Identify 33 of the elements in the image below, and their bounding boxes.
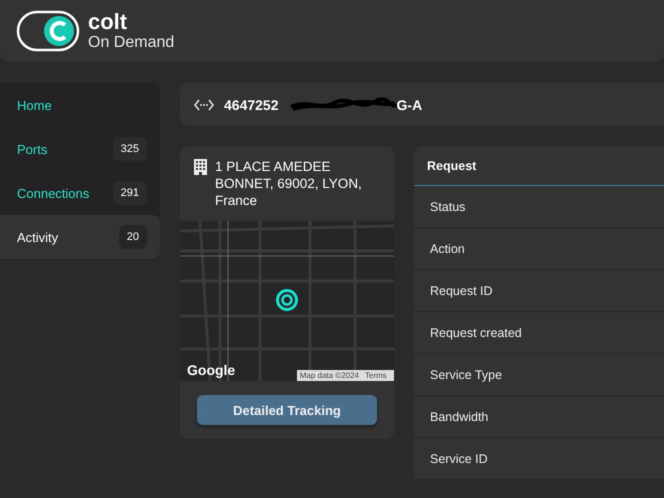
count-badge: 325 xyxy=(112,137,147,161)
nav-label: Ports xyxy=(17,142,48,156)
map-view[interactable]: Google Map data ©2024 Terms xyxy=(180,221,394,381)
field-label: Request ID xyxy=(414,270,664,312)
nav-label: Home xyxy=(17,98,52,112)
field-label: Bandwidth xyxy=(414,396,664,438)
nav-item[interactable]: Activity 20 xyxy=(0,215,160,259)
code-icon xyxy=(194,98,214,110)
nav-item[interactable]: Ports 325 xyxy=(0,127,160,171)
logo-icon xyxy=(16,10,80,52)
brand-name: colt xyxy=(88,11,128,33)
nav-item[interactable]: Home xyxy=(0,83,160,127)
field-label: Status xyxy=(414,186,664,228)
count-badge: 291 xyxy=(112,181,147,205)
field-label: Service Type xyxy=(414,354,664,396)
panel-title: Request xyxy=(414,146,664,186)
terms-link[interactable]: Terms xyxy=(362,370,394,381)
location-target-icon xyxy=(276,289,298,311)
connection-id: 4647252 xyxy=(224,96,279,112)
connection-id-suffix: G-A xyxy=(396,96,422,112)
field-label: Action xyxy=(414,228,664,270)
nav-label: Activity xyxy=(17,230,58,244)
field-label: Request created xyxy=(414,312,664,354)
detailed-tracking-button[interactable]: Detailed Tracking xyxy=(197,395,377,425)
nav-label: Connections xyxy=(17,186,90,200)
site-address: 1 PLACE AMEDEE BONNET, 69002, LYON, France xyxy=(215,158,363,209)
building-icon xyxy=(194,159,207,175)
count-badge: 20 xyxy=(118,225,147,249)
brand-tagline: On Demand xyxy=(88,35,174,51)
map-logo: Google xyxy=(187,362,236,378)
map-attribution: Map data ©2024 xyxy=(296,370,362,381)
nav-item[interactable]: Connections 291 xyxy=(0,171,160,215)
field-label: Service ID xyxy=(414,438,664,480)
